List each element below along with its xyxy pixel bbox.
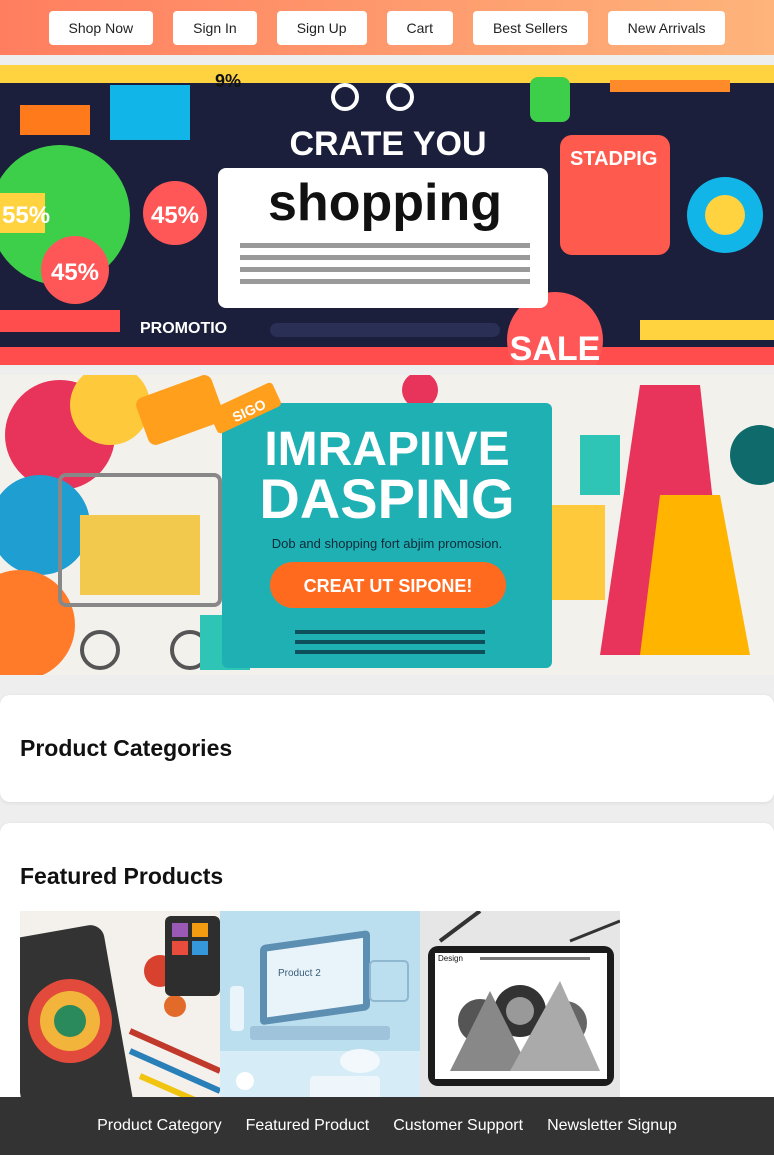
banner1-title: shopping <box>268 174 502 232</box>
product-image: Product 2 <box>220 911 420 1111</box>
product-card[interactable]: Product 2 <box>220 911 420 1111</box>
promo-banner-1[interactable]: CRATE YOU shopping 9% 55% 45% 45% SALE P… <box>0 65 774 365</box>
product-categories-section: Product Categories <box>0 695 774 802</box>
footer-link-product-category[interactable]: Product Category <box>97 1117 222 1135</box>
promo-banner-2-image: IMRAPIIVE DASPING Dob and shopping fort … <box>0 375 774 675</box>
banner2-subtitle: Dob and shopping fort abjim promosion. <box>272 536 503 551</box>
featured-products-section: Featured Products Product 2 Design <box>0 823 774 1123</box>
banner1-badge: 9% <box>215 71 241 91</box>
cart-button[interactable]: Cart <box>386 10 453 45</box>
product-2-label: Product 2 <box>278 968 321 979</box>
banner1-badge: STADPIG <box>570 148 657 170</box>
sign-in-button[interactable]: Sign In <box>173 10 257 45</box>
featured-products-list: Product 2 Design <box>20 911 620 1111</box>
top-nav: Shop Now Sign In Sign Up Cart Best Selle… <box>0 0 774 55</box>
product-card[interactable] <box>20 911 220 1111</box>
product-categories-title: Product Categories <box>20 735 233 761</box>
banner1-badge: 45% <box>151 202 199 229</box>
banner2-title: DASPING <box>259 467 514 530</box>
footer-nav: Product Category Featured Product Custom… <box>0 1097 774 1155</box>
promo-banner-1-image: CRATE YOU shopping 9% 55% 45% 45% SALE P… <box>0 65 774 365</box>
promo-banner-2[interactable]: IMRAPIIVE DASPING Dob and shopping fort … <box>0 375 774 675</box>
sign-up-button[interactable]: Sign Up <box>276 10 367 45</box>
footer-link-featured-product[interactable]: Featured Product <box>246 1117 370 1135</box>
banner1-badge: PROMOTIO <box>140 320 227 337</box>
footer-link-customer-support[interactable]: Customer Support <box>393 1117 523 1135</box>
banner2-cta: CREAT UT SIPONE! <box>304 576 473 596</box>
product-image <box>20 911 220 1111</box>
banner1-badge: SALE <box>510 330 601 365</box>
featured-products-title: Featured Products <box>20 863 224 889</box>
banner1-headline: CRATE YOU <box>289 125 486 163</box>
product-image: Design <box>420 911 620 1111</box>
best-sellers-button[interactable]: Best Sellers <box>472 10 588 45</box>
banner1-badge: 45% <box>51 259 99 286</box>
product-3-label: Design <box>438 954 463 963</box>
shop-now-button[interactable]: Shop Now <box>48 10 154 45</box>
banner1-badge: 55% <box>2 202 50 229</box>
new-arrivals-button[interactable]: New Arrivals <box>607 10 726 45</box>
product-card[interactable]: Design <box>420 911 620 1111</box>
footer-link-newsletter-signup[interactable]: Newsletter Signup <box>547 1117 677 1135</box>
